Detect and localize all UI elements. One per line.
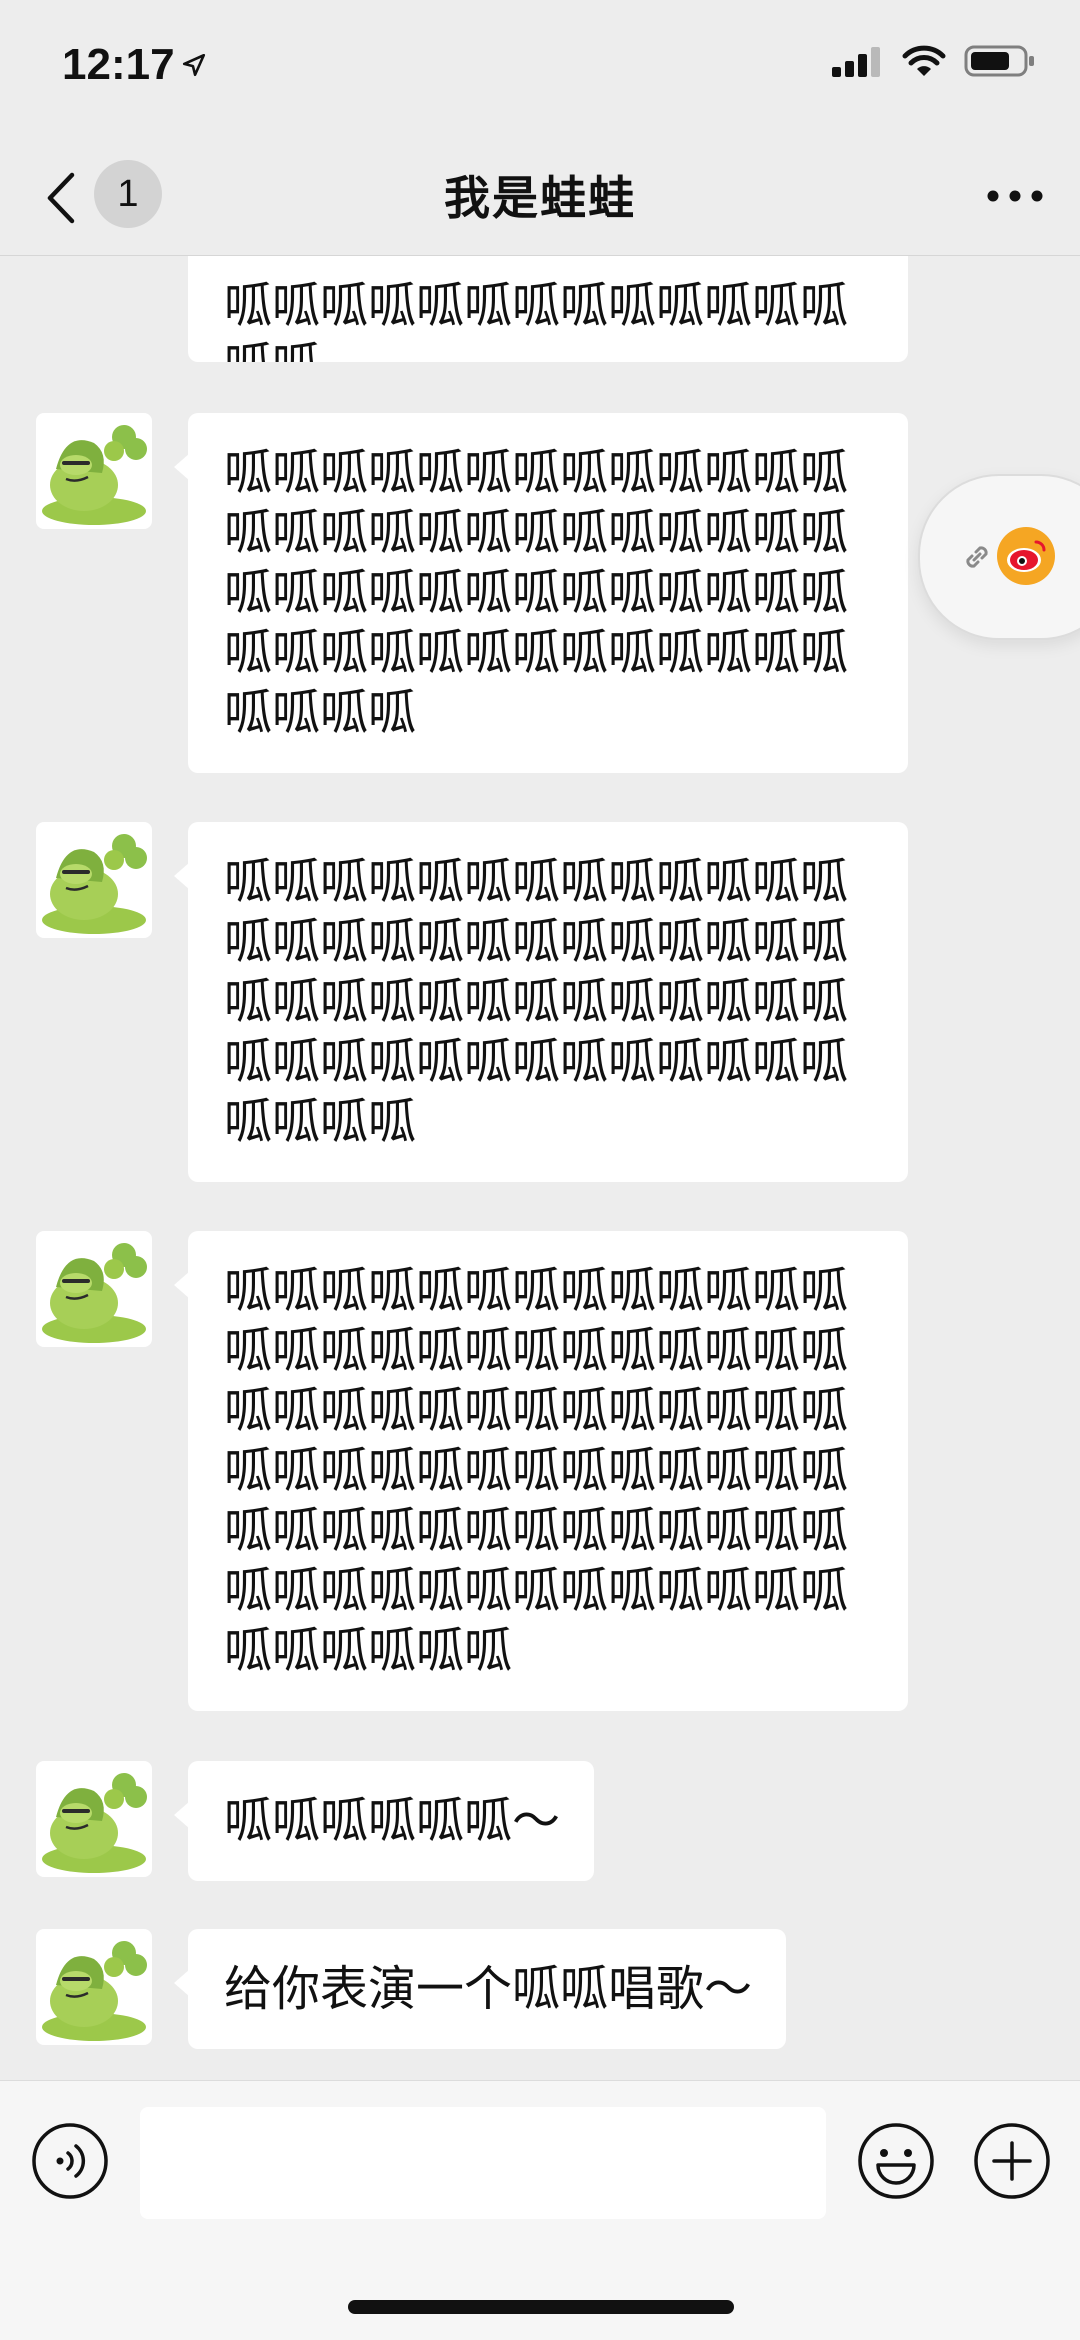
voice-icon xyxy=(32,2123,108,2199)
weibo-icon[interactable] xyxy=(996,526,1056,586)
more-functions-button[interactable] xyxy=(972,2121,1052,2201)
message-text: 呱呱呱呱呱呱呱呱呱呱呱呱呱呱呱呱呱呱呱呱呱呱呱呱呱呱呱呱呱呱呱呱呱呱呱呱呱呱呱呱… xyxy=(224,445,849,741)
status-bar: 12:17 xyxy=(0,0,1080,140)
frog-avatar-icon xyxy=(42,425,147,525)
avatar[interactable] xyxy=(36,413,152,529)
battery-icon xyxy=(964,45,1034,77)
message-bubble[interactable]: 给你表演一个呱呱唱歌～ xyxy=(173,1929,787,2049)
frog-avatar-icon xyxy=(42,1773,147,1873)
wifi-icon xyxy=(902,45,946,76)
avatar[interactable] xyxy=(36,822,152,938)
emoji-button[interactable] xyxy=(856,2121,936,2201)
status-time: 12:17 xyxy=(62,40,207,90)
message-bubble[interactable]: 呱呱呱呱呱呱呱呱呱呱呱呱呱呱呱呱呱呱呱呱呱呱呱呱呱呱呱呱呱呱呱呱呱呱呱呱呱呱呱呱… xyxy=(174,822,908,1182)
message-text: 给你表演一个呱呱唱歌～ xyxy=(224,1961,753,2017)
status-time-text: 12:17 xyxy=(62,40,175,89)
chat-message-list[interactable]: 呱呱呱呱呱呱呱呱呱呱呱呱呱 呱呱 呱呱呱呱呱呱呱呱呱呱呱呱呱呱呱呱呱呱呱呱呱呱呱… xyxy=(0,256,1080,2080)
plus-icon xyxy=(974,2123,1050,2199)
message-text: 呱呱呱呱呱呱呱呱呱呱呱呱呱呱呱呱呱呱呱呱呱呱呱呱呱呱呱呱呱呱呱呱呱呱呱呱呱呱呱呱… xyxy=(224,1263,849,1679)
location-arrow-icon xyxy=(182,53,205,77)
more-dots-icon xyxy=(987,190,1043,202)
emoji-icon xyxy=(858,2123,934,2199)
message-text: 呱呱呱呱呱呱呱呱呱呱呱呱呱呱呱呱呱呱呱呱呱呱呱呱呱呱呱呱呱呱呱呱呱呱呱呱呱呱呱呱… xyxy=(224,854,849,1150)
frog-avatar-icon xyxy=(42,1941,147,2041)
more-button[interactable] xyxy=(980,176,1050,216)
cellular-signal-icon xyxy=(832,47,880,77)
message-bubble[interactable]: 呱呱呱呱呱呱呱呱呱呱呱呱呱呱呱呱呱呱呱呱呱呱呱呱呱呱呱呱呱呱呱呱呱呱呱呱呱呱呱呱… xyxy=(174,1231,908,1711)
frog-avatar-icon xyxy=(42,834,147,934)
status-icons xyxy=(832,44,1036,78)
avatar[interactable] xyxy=(36,1231,152,1347)
voice-button[interactable] xyxy=(30,2121,110,2201)
message-bubble[interactable]: 呱呱呱呱呱呱呱呱呱呱呱呱呱 呱呱 xyxy=(188,256,908,362)
floating-share-widget[interactable] xyxy=(918,474,1080,640)
chat-title: 我是蛙蛙 xyxy=(444,171,636,225)
home-indicator[interactable] xyxy=(348,2300,734,2314)
message-text: 呱呱呱呱呱呱～ xyxy=(224,1793,561,1849)
message-input[interactable] xyxy=(140,2107,826,2219)
frog-avatar-icon xyxy=(42,1243,147,1343)
message-bubble[interactable]: 呱呱呱呱呱呱呱呱呱呱呱呱呱呱呱呱呱呱呱呱呱呱呱呱呱呱呱呱呱呱呱呱呱呱呱呱呱呱呱呱… xyxy=(174,413,908,773)
avatar[interactable] xyxy=(36,1761,152,1877)
avatar[interactable] xyxy=(36,1929,152,2045)
message-bubble[interactable]: 呱呱呱呱呱呱～ xyxy=(173,1761,595,1881)
message-text: 呱呱呱呱呱呱呱呱呱呱呱呱呱 呱呱 xyxy=(224,278,849,362)
chat-nav-bar: 1 我是蛙蛙 xyxy=(0,140,1080,256)
link-icon[interactable] xyxy=(960,540,994,574)
